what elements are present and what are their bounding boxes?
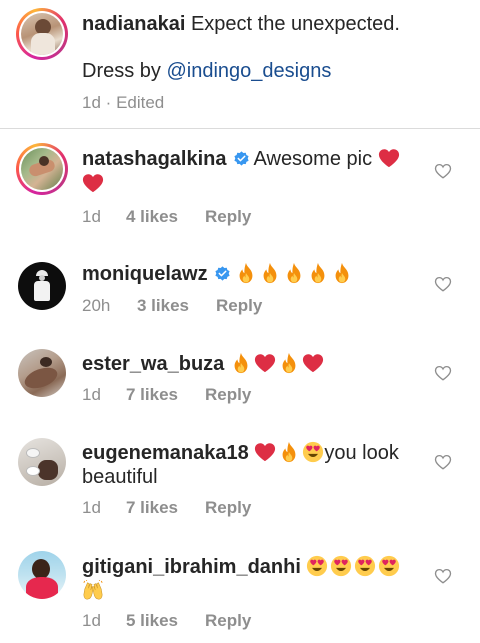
likes-count[interactable]: 4 likes <box>126 207 205 227</box>
comment-username[interactable]: moniquelawz <box>82 263 208 285</box>
fire-emoji-icon <box>230 352 252 374</box>
heart-eyes-emoji-icon <box>378 555 400 577</box>
avatar[interactable] <box>16 143 68 195</box>
likes-count[interactable]: 7 likes <box>126 385 205 405</box>
fire-emoji-icon <box>278 441 300 463</box>
heart-eyes-emoji-icon <box>330 555 352 577</box>
like-heart-icon[interactable] <box>434 275 452 293</box>
fire-emoji-icon <box>259 262 281 284</box>
comment-username[interactable]: eugenemanaka18 <box>82 442 249 464</box>
like-heart-icon[interactable] <box>434 567 452 585</box>
likes-count[interactable]: 5 likes <box>126 611 205 631</box>
caption-meta: 1d · Edited <box>82 93 164 113</box>
comment-line-2 <box>82 172 106 196</box>
heart-eyes-emoji-icon <box>306 555 328 577</box>
comment-meta: 1d 5 likes Reply <box>82 611 251 631</box>
dress-text: Dress by <box>82 60 167 82</box>
red-heart-emoji-icon <box>302 352 324 374</box>
fire-emoji-icon <box>235 262 257 284</box>
fire-emoji-icon <box>278 352 300 374</box>
red-heart-emoji-icon <box>254 441 276 463</box>
caption-text: Expect the unexpected. <box>190 13 400 35</box>
reply-button[interactable]: Reply <box>205 207 251 227</box>
comment-line-2 <box>82 580 106 604</box>
reply-button[interactable]: Reply <box>205 498 251 518</box>
caption-dress-line: Dress by @indingo_designs <box>82 59 331 83</box>
comment-text: Awesome pic <box>253 148 373 170</box>
red-heart-emoji-icon <box>378 147 400 169</box>
comment-meta: 20h 3 likes Reply <box>82 296 262 316</box>
caption-time: 1d <box>82 93 101 112</box>
red-heart-emoji-icon <box>254 352 276 374</box>
fire-emoji-icon <box>307 262 329 284</box>
likes-count[interactable]: 7 likes <box>126 498 205 518</box>
comment-line: eugenemanaka18 you look <box>82 441 399 465</box>
avatar[interactable] <box>16 8 68 60</box>
comment-time: 20h <box>82 296 111 315</box>
comment-meta: 1d 4 likes Reply <box>82 207 251 227</box>
edited-label: Edited <box>116 93 165 112</box>
comment-text-continued: beautiful <box>82 466 158 488</box>
mention-link[interactable]: @indingo_designs <box>166 60 331 82</box>
caption-username[interactable]: nadianakai <box>82 13 185 35</box>
heart-eyes-emoji-icon <box>354 555 376 577</box>
comment-time: 1d <box>82 611 101 630</box>
avatar[interactable] <box>18 349 66 397</box>
reply-button[interactable]: Reply <box>216 296 262 316</box>
comment-username[interactable]: natashagalkina <box>82 148 227 170</box>
comment-line: ester_wa_buza <box>82 352 326 376</box>
like-heart-icon[interactable] <box>434 364 452 382</box>
comment-username[interactable]: ester_wa_buza <box>82 353 224 375</box>
comment-line: gitigani_ibrahim_danhi <box>82 555 402 579</box>
avatar[interactable] <box>18 551 66 599</box>
comment-line: natashagalkina Awesome pic <box>82 147 402 171</box>
like-heart-icon[interactable] <box>434 162 452 180</box>
comment-time: 1d <box>82 498 101 517</box>
verified-badge-icon <box>214 265 231 282</box>
avatar[interactable] <box>18 262 66 310</box>
comment-time: 1d <box>82 207 101 226</box>
fire-emoji-icon <box>283 262 305 284</box>
heart-eyes-emoji-icon <box>302 441 324 463</box>
comment-meta: 1d 7 likes Reply <box>82 498 251 518</box>
comment-time: 1d <box>82 385 101 404</box>
raised-hands-emoji-icon <box>82 580 104 602</box>
divider <box>0 128 480 129</box>
reply-button[interactable]: Reply <box>205 385 251 405</box>
fire-emoji-icon <box>331 262 353 284</box>
red-heart-emoji-icon <box>82 172 104 194</box>
post-caption: nadianakai Expect the unexpected. Dress … <box>0 0 480 129</box>
caption-line: nadianakai Expect the unexpected. <box>82 12 400 36</box>
verified-badge-icon <box>233 150 250 167</box>
comment-text: you look <box>324 442 399 464</box>
avatar[interactable] <box>18 438 66 486</box>
separator: · <box>105 93 112 112</box>
reply-button[interactable]: Reply <box>205 611 251 631</box>
comment-meta: 1d 7 likes Reply <box>82 385 251 405</box>
comment-line-2: beautiful <box>82 465 158 489</box>
like-heart-icon[interactable] <box>434 453 452 471</box>
comment-username[interactable]: gitigani_ibrahim_danhi <box>82 556 301 578</box>
comment-line: moniquelawz <box>82 262 355 286</box>
likes-count[interactable]: 3 likes <box>137 296 216 316</box>
